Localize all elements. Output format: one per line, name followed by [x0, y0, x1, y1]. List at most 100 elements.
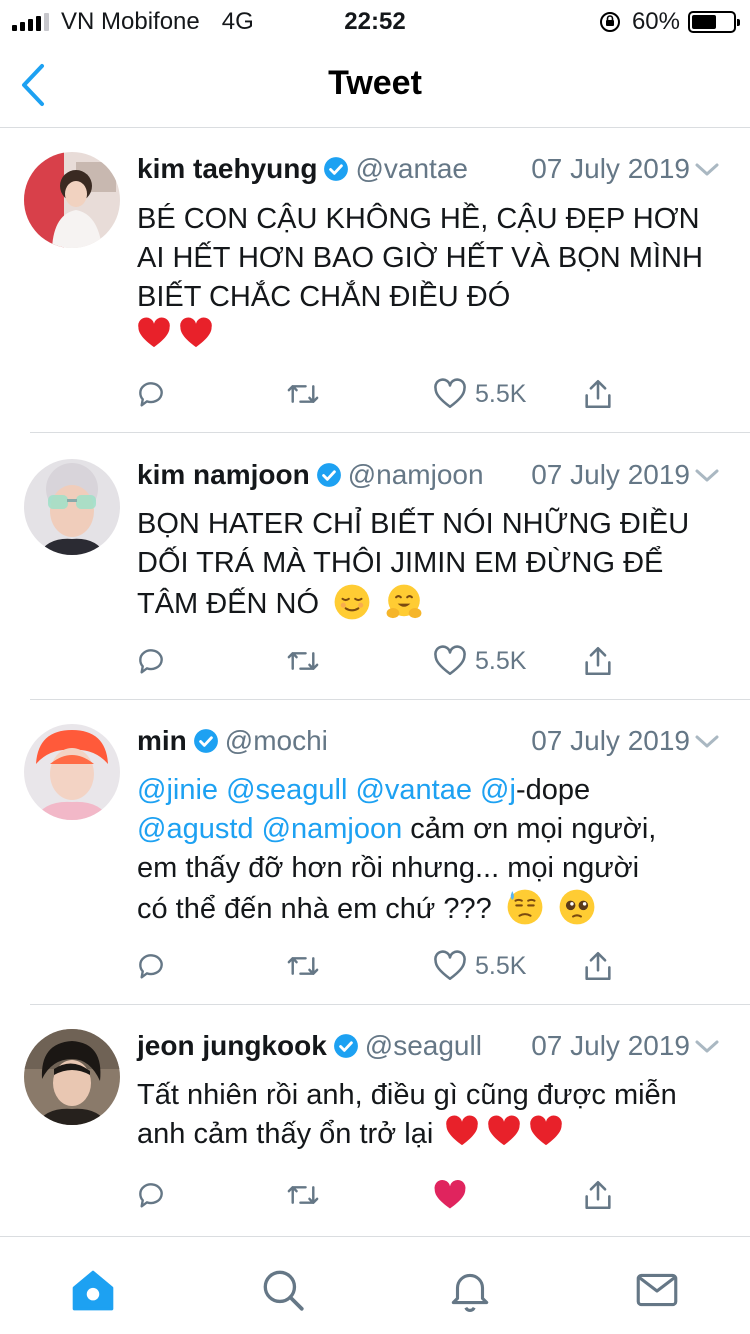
retweet-button[interactable] — [285, 946, 321, 986]
like-button[interactable]: 5.5K — [433, 641, 526, 681]
user-handle[interactable]: @vantae — [355, 153, 468, 184]
user-name[interactable]: kim namjoon — [137, 459, 310, 490]
share-button[interactable] — [581, 1175, 615, 1215]
share-icon — [585, 1180, 611, 1210]
retweet-icon — [287, 957, 319, 975]
tweet-text-fragment: cảm ơn mọi người, — [402, 813, 657, 845]
heart-filled-icon — [434, 1179, 466, 1209]
reply-button[interactable] — [135, 946, 167, 986]
tweet-text: BỌN HATER CHỈ BIẾT NÓI NHỮNG ĐIỀU DỐI TR… — [137, 505, 710, 624]
like-button[interactable]: 5.5K — [433, 946, 526, 986]
user-handle[interactable]: @seagull — [365, 1030, 482, 1061]
chevron-down-icon[interactable] — [694, 149, 720, 189]
retweet-button[interactable] — [285, 641, 321, 681]
tweet-text: @jinie @seagull @vantae @j-dope @agustd … — [137, 771, 710, 929]
retweet-button[interactable] — [285, 374, 321, 414]
tab-bar — [0, 1236, 750, 1334]
nav-bar: Tweet — [0, 40, 750, 128]
share-button[interactable] — [581, 641, 615, 681]
tweet-2[interactable]: kim namjoon @namjoon 07 July 2019 BỌN HAT… — [0, 433, 750, 700]
tweet-text-content: BÉ CON CẬU KHÔNG HỀ, CẬU ĐẸP HƠN AI HẾT … — [137, 203, 703, 313]
downcast-sweat-face-icon — [507, 889, 543, 925]
reply-icon — [139, 649, 163, 674]
tweet-3[interactable]: min @mochi 07 July 2019 @jinie @seagull @… — [0, 700, 750, 1005]
notifications-icon — [451, 1273, 489, 1312]
heart-outline-icon — [434, 950, 466, 981]
reply-button[interactable] — [135, 374, 167, 414]
chevron-down-icon[interactable] — [694, 721, 720, 761]
reply-icon — [139, 1183, 163, 1208]
tweet-4[interactable]: jeon jungkook @seagull 07 July 2019 Tất n… — [0, 1005, 750, 1236]
tweet-date: 07 July 2019 — [531, 1030, 690, 1061]
red-heart-icon — [446, 1115, 479, 1146]
like-button[interactable] — [433, 1175, 467, 1215]
status-bar: VN Mobifone 4G 22:52 60% — [0, 0, 750, 40]
reply-icon — [139, 382, 163, 407]
pleading-face-icon — [559, 889, 595, 925]
messages-icon — [636, 1273, 678, 1307]
tab-search[interactable] — [258, 1265, 308, 1315]
hugging-face-icon — [386, 584, 422, 619]
reply-button[interactable] — [135, 1175, 167, 1215]
tweet-header: kim taehyung @vantae 07 July 2019 — [137, 149, 720, 189]
reply-button[interactable] — [135, 641, 167, 681]
reply-icon — [139, 954, 163, 979]
share-icon — [585, 379, 611, 409]
share-icon — [585, 646, 611, 676]
tweet-text-fragment: có thể đến nhà em chứ ??? — [137, 893, 492, 925]
home-icon — [72, 1270, 114, 1311]
user-name[interactable]: kim taehyung — [137, 153, 317, 184]
tweet-date: 07 July 2019 — [531, 153, 690, 184]
heart-outline-icon — [434, 645, 466, 676]
battery-percent: 60% — [631, 8, 680, 35]
status-right: 60% — [598, 8, 740, 36]
share-icon — [585, 951, 611, 981]
red-heart-icon — [180, 317, 212, 348]
chevron-down-icon[interactable] — [694, 455, 720, 495]
tweet-date: 07 July 2019 — [531, 459, 690, 490]
mention-links[interactable]: @agustd @namjoon — [137, 813, 402, 845]
relieved-face-icon — [334, 584, 370, 620]
tab-home[interactable] — [68, 1265, 118, 1315]
red-heart-icon — [488, 1115, 521, 1146]
page-title: Tweet — [328, 64, 422, 102]
chevron-down-icon[interactable] — [694, 1026, 720, 1066]
user-handle[interactable]: @mochi — [225, 725, 328, 756]
mention-links[interactable]: @jinie @seagull @vantae @j — [137, 774, 516, 806]
like-count: 5.5K — [475, 646, 527, 675]
avatar[interactable] — [24, 1029, 120, 1125]
like-count: 5.5K — [475, 951, 527, 980]
verified-badge-icon — [193, 729, 218, 753]
share-button[interactable] — [581, 374, 615, 414]
tweet-header: min @mochi 07 July 2019 — [137, 721, 720, 761]
like-button[interactable]: 5.5K — [433, 374, 526, 414]
tweet-text-fragment: -dope — [515, 774, 591, 806]
tweet-1[interactable]: kim taehyung @vantae 07 July 2019 BÉ CON … — [0, 128, 750, 433]
user-name[interactable]: jeon jungkook — [137, 1030, 327, 1061]
tweet-actions: 5.5K — [135, 946, 635, 986]
retweet-button[interactable] — [285, 1175, 321, 1215]
avatar[interactable] — [24, 724, 120, 820]
tweet-text: BÉ CON CẬU KHÔNG HỀ, CẬU ĐẸP HƠN AI HẾT … — [137, 200, 710, 356]
retweet-icon — [287, 1186, 319, 1204]
tab-notifications[interactable] — [445, 1265, 495, 1315]
verified-badge-icon — [333, 1034, 358, 1058]
tweet-actions: 5.5K — [135, 641, 635, 681]
avatar[interactable] — [24, 152, 120, 248]
red-heart-icon — [530, 1115, 563, 1146]
retweet-icon — [287, 385, 319, 403]
tweet-date: 07 July 2019 — [531, 725, 690, 756]
share-button[interactable] — [581, 946, 615, 986]
search-icon — [263, 1270, 304, 1311]
user-name[interactable]: min — [137, 725, 187, 756]
tweet-actions: 5.5K — [135, 374, 635, 414]
avatar[interactable] — [24, 459, 120, 555]
like-count: 5.5K — [475, 379, 527, 408]
tweet-text-fragment: em thấy đỡ hơn rồi nhưng... mọi người — [137, 852, 640, 884]
tweet-actions — [135, 1175, 635, 1215]
tab-messages[interactable] — [632, 1265, 682, 1315]
user-handle[interactable]: @namjoon — [348, 459, 484, 490]
verified-badge-icon — [324, 157, 349, 181]
rotation-lock-icon — [599, 12, 620, 32]
battery-icon — [688, 11, 740, 33]
